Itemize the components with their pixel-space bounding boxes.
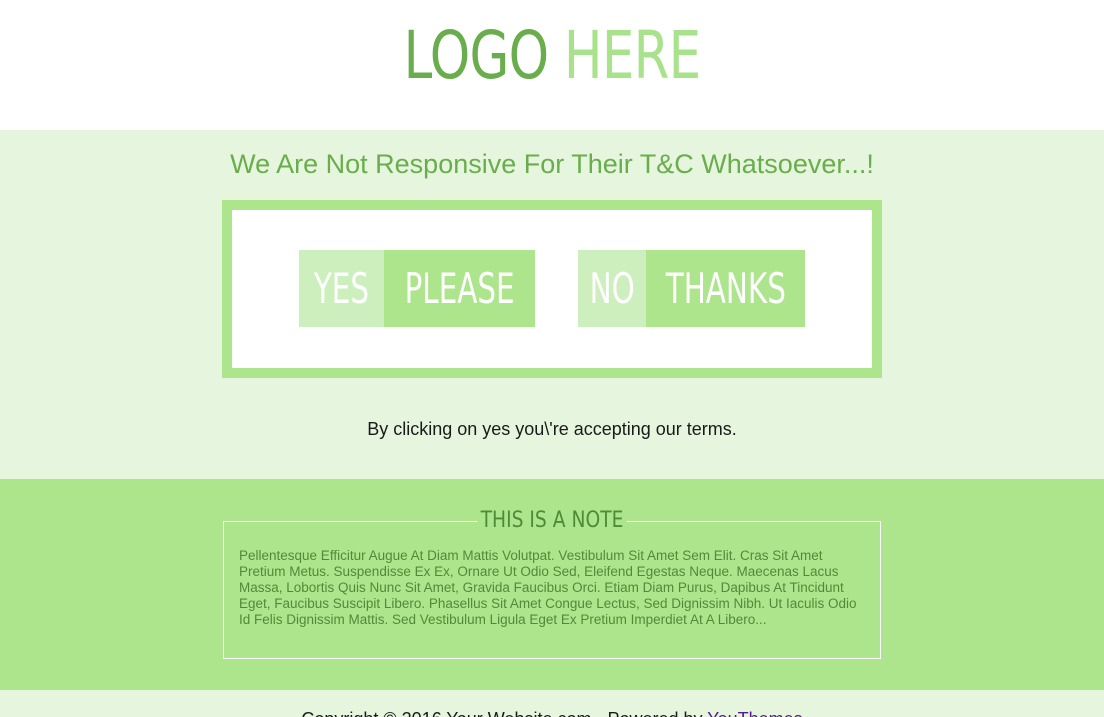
footer-text: Copyright © 2016 Your Website.com - Powe…	[0, 707, 1104, 717]
yes-please-button[interactable]: YES PLEASE	[299, 250, 535, 327]
yes-button-part-1: YES	[299, 250, 384, 327]
note-box: THIS IS A NOTE Pellentesque Efficitur Au…	[223, 508, 881, 659]
yes-button-part-2: PLEASE	[384, 250, 535, 327]
header: LOGO HERE	[0, 0, 1104, 130]
note-title: THIS IS A NOTE	[477, 508, 627, 534]
note-title-wrap: THIS IS A NOTE	[224, 508, 880, 534]
choice-box: YES PLEASE NO THANKS	[222, 200, 882, 378]
copyright-text: Copyright © 2016 Your Website.com - Powe…	[301, 709, 707, 717]
no-button-part-2: THANKS	[646, 250, 805, 327]
credit-link[interactable]: YouThemes	[707, 709, 802, 717]
page-headline: We Are Not Responsive For Their T&C What…	[230, 149, 874, 179]
footer: Copyright © 2016 Your Website.com - Powe…	[0, 690, 1104, 717]
no-thanks-button[interactable]: NO THANKS	[578, 250, 805, 327]
terms-notice: By clicking on yes you\'re accepting our…	[367, 419, 737, 439]
no-button-part-1: NO	[578, 250, 646, 327]
main-section: We Are Not Responsive For Their T&C What…	[0, 130, 1104, 479]
note-section: THIS IS A NOTE Pellentesque Efficitur Au…	[0, 479, 1104, 690]
note-body: Pellentesque Efficitur Augue At Diam Mat…	[239, 548, 857, 627]
logo-part-1: LOGO	[403, 17, 549, 94]
logo[interactable]: LOGO HERE	[121, 16, 982, 96]
logo-part-2: HERE	[563, 17, 701, 94]
